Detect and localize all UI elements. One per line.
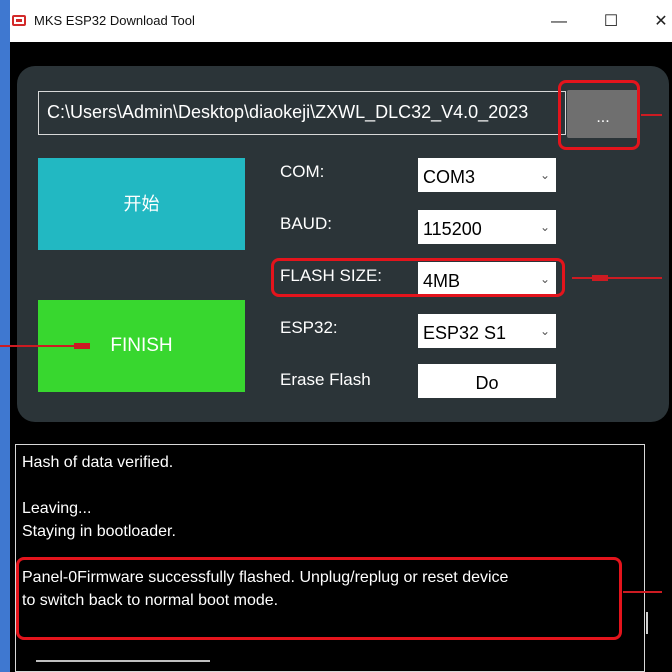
close-button[interactable]: ✕	[646, 10, 672, 34]
chevron-down-icon: ⌄	[539, 324, 550, 338]
esp32-select[interactable]: ESP32 S1 ⌄	[418, 314, 556, 348]
start-button[interactable]: 开始	[38, 158, 245, 250]
firmware-path-field[interactable]: C:\Users\Admin\Desktop\diaokeji\ZXWL_DLC…	[38, 91, 566, 135]
annotation-arrow-head	[592, 275, 608, 281]
annotation-arrow-flash	[572, 277, 662, 279]
erase-flash-label: Erase Flash	[280, 370, 371, 389]
usb-icon	[12, 15, 26, 26]
baud-label: BAUD:	[280, 214, 332, 233]
annotation-arrow-finish	[0, 345, 75, 347]
esp32-value: ESP32 S1	[423, 323, 507, 343]
maximize-button[interactable]: ☐	[596, 10, 626, 34]
erase-flash-do-button[interactable]: Do	[418, 364, 556, 398]
com-value: COM3	[423, 167, 476, 187]
log-line: Staying in bootloader.	[22, 523, 176, 540]
highlight-success-message	[16, 557, 622, 640]
highlight-browse	[558, 80, 640, 150]
annotation-arrow-head	[74, 343, 90, 349]
highlight-flash-size	[271, 258, 565, 297]
annotation-arrow-browse	[641, 114, 662, 116]
desktop-backdrop	[0, 0, 10, 672]
chevron-down-icon: ⌄	[539, 168, 550, 182]
log-line: Leaving...	[22, 500, 92, 517]
annotation-arrow-log	[623, 591, 662, 593]
baud-select[interactable]: 115200 ⌄	[418, 210, 556, 244]
esp32-label: ESP32:	[280, 318, 338, 337]
log-scrollbar[interactable]	[646, 612, 648, 634]
log-horizontal-scrollbar[interactable]	[36, 660, 210, 662]
minimize-button[interactable]: —	[544, 10, 574, 34]
title-bar: MKS ESP32 Download Tool — ☐ ✕	[10, 0, 672, 42]
baud-value: 115200	[423, 219, 482, 239]
com-label: COM:	[280, 162, 325, 181]
log-line: Hash of data verified.	[22, 454, 174, 471]
chevron-down-icon: ⌄	[539, 220, 550, 234]
window-title: MKS ESP32 Download Tool	[34, 13, 195, 28]
com-select[interactable]: COM3 ⌄	[418, 158, 556, 192]
